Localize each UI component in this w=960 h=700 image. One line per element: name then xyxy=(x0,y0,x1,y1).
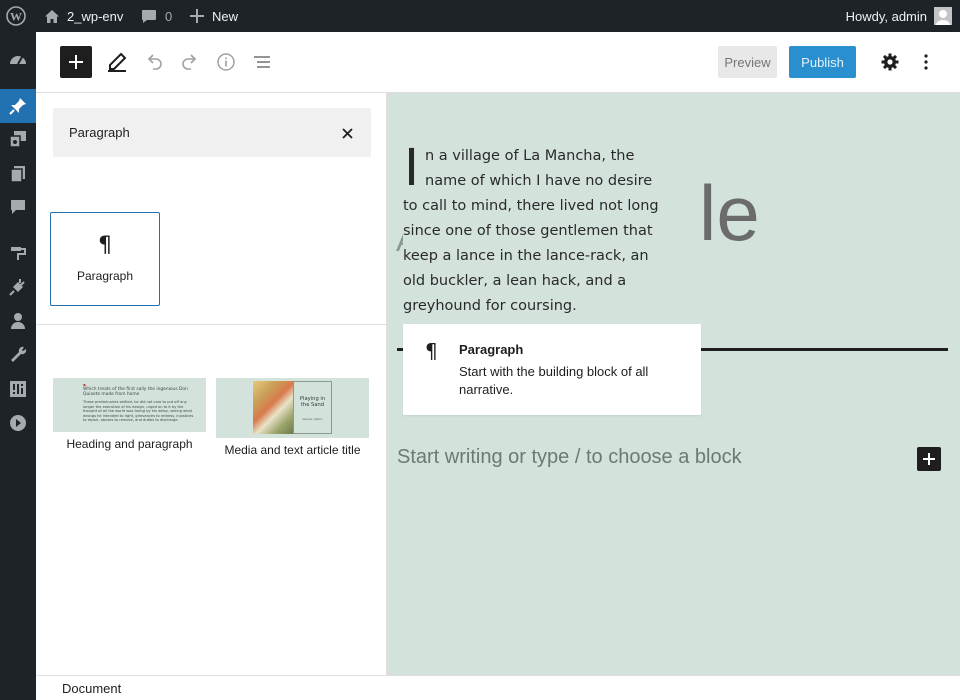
svg-text:W: W xyxy=(10,10,22,24)
collapse-menu-icon[interactable] xyxy=(0,406,36,440)
plus-icon xyxy=(69,55,83,69)
divider xyxy=(36,324,387,325)
tools-icon[interactable] xyxy=(0,338,36,372)
pattern-label: Heading and paragraph xyxy=(66,437,193,451)
block-preview-title: Paragraph xyxy=(459,342,524,357)
pattern-label: Media and text article title xyxy=(224,443,361,457)
pattern-preview-text: These preliminaries settled, he did not … xyxy=(83,400,194,423)
pattern-preview-title: Playing in the Sand xyxy=(299,396,326,408)
pencil-icon xyxy=(108,52,127,72)
pattern-preview: Playing in the Sand Sample caption xyxy=(216,378,369,438)
home-icon xyxy=(44,9,60,24)
plus-icon xyxy=(923,453,935,465)
paragraph-text: n a village of La Mancha, the name of wh… xyxy=(403,148,659,314)
paragraph-hover-preview: I n a village of La Mancha, the name of … xyxy=(403,140,703,314)
options-button[interactable] xyxy=(912,46,940,78)
add-block-button[interactable] xyxy=(917,447,941,471)
paragraph-icon: ¶ xyxy=(425,339,438,363)
paragraph-text-wrap: n a village of La Mancha, the name of wh… xyxy=(403,144,671,319)
edit-tool-button[interactable] xyxy=(102,46,132,78)
block-search-input[interactable] xyxy=(53,108,333,157)
editor-footer: Document xyxy=(36,675,960,700)
comments-icon[interactable] xyxy=(0,190,36,224)
new-content-link[interactable]: New xyxy=(190,0,238,32)
block-search-field xyxy=(53,108,371,157)
comments-link[interactable]: 0 xyxy=(141,0,172,32)
block-placeholder[interactable]: Start writing or type / to choose a bloc… xyxy=(397,446,742,469)
list-view-button[interactable] xyxy=(247,46,277,78)
gear-icon xyxy=(881,53,899,71)
clear-search-button[interactable] xyxy=(337,124,357,142)
settings-button[interactable] xyxy=(874,46,906,78)
undo-button[interactable] xyxy=(139,46,169,78)
appearance-icon[interactable] xyxy=(0,235,36,269)
admin-bar: W 2_wp-env 0 New Howdy, admin xyxy=(0,0,960,32)
block-item-label: Paragraph xyxy=(76,269,134,283)
pages-icon[interactable] xyxy=(0,157,36,191)
close-icon xyxy=(341,127,353,139)
dashboard-icon[interactable] xyxy=(0,43,36,77)
pattern-preview-heading: Which treats of the first sally the inge… xyxy=(83,387,188,398)
site-name-link[interactable]: 2_wp-env xyxy=(44,0,123,32)
info-icon xyxy=(217,53,235,71)
media-text-box: Playing in the Sand Sample caption xyxy=(293,381,332,434)
paragraph-icon: ¶ xyxy=(98,233,112,258)
block-preview-card: ¶ Paragraph Start with the building bloc… xyxy=(403,324,701,415)
list-view-icon xyxy=(254,56,270,68)
block-preview-description: Start with the building block of all nar… xyxy=(459,364,649,397)
greeting: Howdy, admin xyxy=(845,8,927,24)
breadcrumb-document[interactable]: Document xyxy=(62,681,121,696)
undo-icon xyxy=(147,54,162,70)
wordpress-logo-icon[interactable]: W xyxy=(6,0,28,32)
block-inserter-toggle[interactable] xyxy=(60,46,92,78)
details-button[interactable] xyxy=(211,46,241,78)
admin-menu xyxy=(0,32,36,700)
posts-icon[interactable] xyxy=(0,89,36,123)
comment-icon xyxy=(141,9,157,24)
avatar xyxy=(934,7,952,25)
redo-icon xyxy=(182,54,197,70)
editor-toolbar: Preview Publish xyxy=(36,32,960,93)
settings-icon[interactable] xyxy=(0,372,36,406)
comments-count: 0 xyxy=(165,8,173,24)
pattern-item-heading-and-paragraph[interactable]: ▪ Which treats of the first sally the in… xyxy=(53,378,206,458)
plus-icon xyxy=(190,9,204,23)
dropcap-spacer xyxy=(403,144,425,194)
new-label: New xyxy=(212,8,239,24)
pattern-preview: ▪ Which treats of the first sally the in… xyxy=(53,378,206,432)
post-title-fragment[interactable]: le xyxy=(699,163,760,263)
block-inserter-panel: ¶ Paragraph ▪ Which treats of the first … xyxy=(36,93,387,675)
media-image xyxy=(253,381,293,434)
preview-button[interactable]: Preview xyxy=(718,46,777,78)
site-name: 2_wp-env xyxy=(67,8,124,24)
publish-button[interactable]: Publish xyxy=(789,46,856,78)
pattern-preview-caption: Sample caption xyxy=(302,418,323,421)
paragraph-block-item[interactable]: ¶ Paragraph xyxy=(50,212,160,306)
media-icon[interactable] xyxy=(0,122,36,156)
editor-canvas: le A I n a village of La Mancha, the nam… xyxy=(387,93,960,675)
more-vertical-icon xyxy=(924,54,928,70)
redo-button[interactable] xyxy=(175,46,205,78)
plugins-icon[interactable] xyxy=(0,270,36,304)
users-icon[interactable] xyxy=(0,304,36,338)
pattern-item-media-and-text[interactable]: Playing in the Sand Sample caption Media… xyxy=(216,378,369,464)
my-account-link[interactable]: Howdy, admin xyxy=(846,0,952,32)
